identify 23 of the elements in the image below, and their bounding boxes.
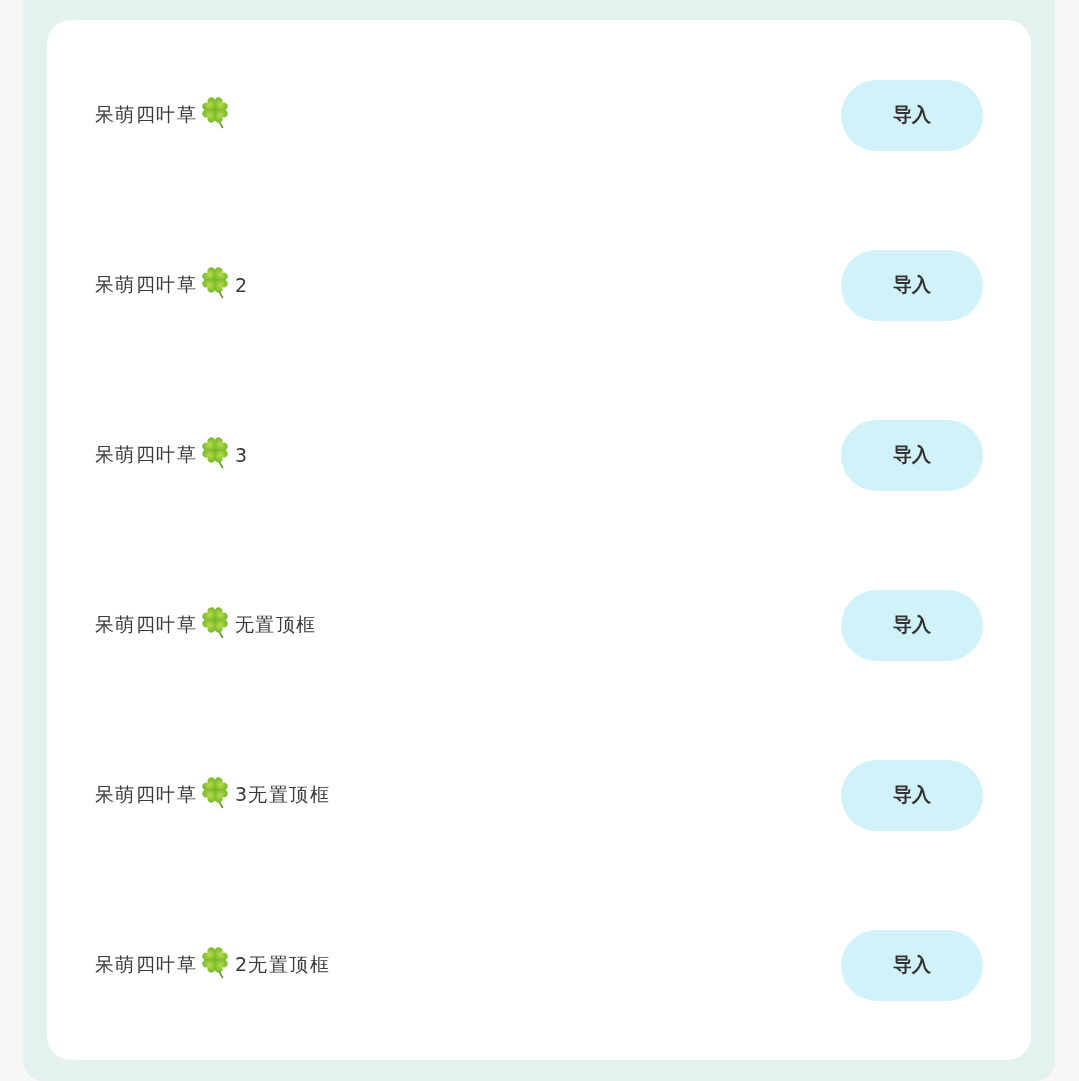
item-name: 呆萌四叶草 <box>95 102 197 127</box>
item-suffix: 3 <box>235 444 249 466</box>
item-suffix: 2 <box>235 274 249 296</box>
item-suffix: 2无置顶框 <box>235 952 331 977</box>
item-name: 呆萌四叶草 <box>95 782 197 807</box>
item-suffix: 3无置顶框 <box>235 782 331 807</box>
item-name: 呆萌四叶草 <box>95 612 197 637</box>
item-name: 呆萌四叶草 <box>95 272 197 297</box>
import-button[interactable]: 导入 <box>841 419 983 491</box>
import-button[interactable]: 导入 <box>841 79 983 151</box>
import-button[interactable]: 导入 <box>841 249 983 321</box>
clover-icon <box>200 265 230 299</box>
import-button[interactable]: 导入 <box>841 929 983 1001</box>
import-button[interactable]: 导入 <box>841 589 983 661</box>
import-button[interactable]: 导入 <box>841 759 983 831</box>
item-name: 呆萌四叶草 <box>95 442 197 467</box>
clover-icon <box>200 435 230 469</box>
clover-icon <box>200 605 230 639</box>
item-name: 呆萌四叶草 <box>95 952 197 977</box>
clover-icon <box>200 945 230 979</box>
clover-icon <box>200 95 230 129</box>
clover-icon <box>200 775 230 809</box>
item-suffix: 无置顶框 <box>235 612 317 637</box>
